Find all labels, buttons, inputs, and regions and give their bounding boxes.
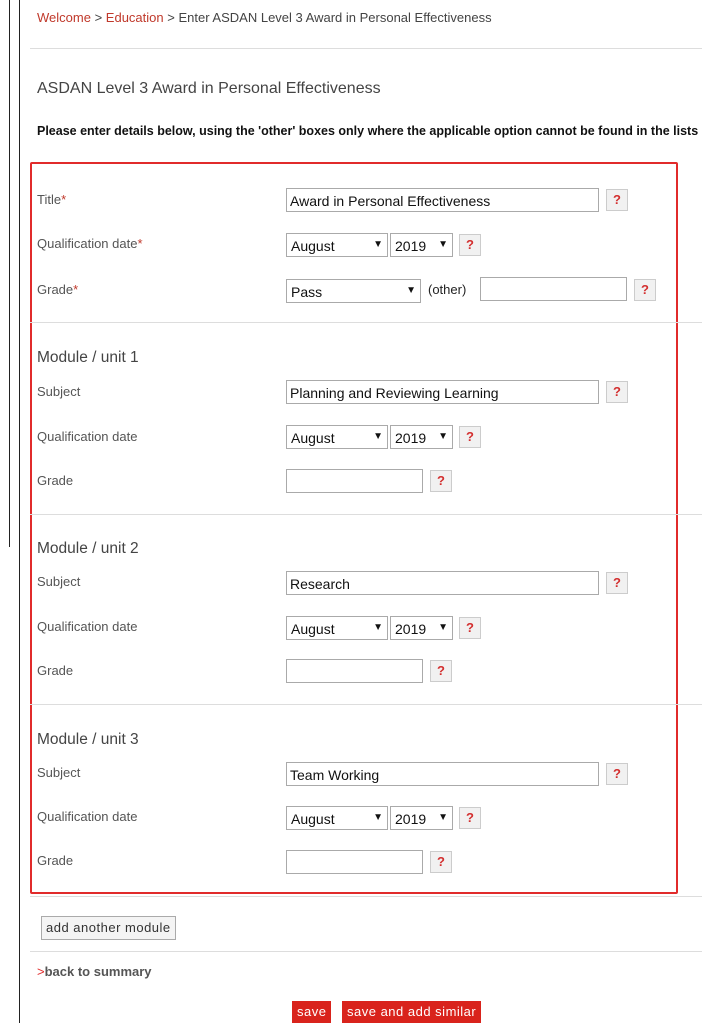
month-select[interactable]: August ▼ bbox=[286, 616, 388, 640]
module-heading: Module / unit 3 bbox=[37, 731, 139, 748]
month-select[interactable]: August ▼ bbox=[286, 806, 388, 830]
grade-label: Grade bbox=[37, 663, 74, 678]
module-heading: Module / unit 2 bbox=[37, 540, 139, 557]
grade-label: Grade bbox=[37, 473, 74, 488]
left-border bbox=[9, 0, 10, 547]
title-input[interactable]: Award in Personal Effectiveness bbox=[286, 188, 599, 212]
dropdown-arrow-icon: ▼ bbox=[438, 239, 448, 250]
dropdown-arrow-icon: ▼ bbox=[373, 239, 383, 250]
help-icon[interactable]: ? bbox=[606, 189, 628, 211]
breadcrumb-separator: > bbox=[167, 10, 175, 25]
subject-label: Subject bbox=[37, 384, 81, 399]
grade-label: Grade* bbox=[37, 282, 79, 297]
month-value: August bbox=[291, 621, 335, 637]
help-icon[interactable]: ? bbox=[459, 234, 481, 256]
instructions: Please enter details below, using the 'o… bbox=[37, 124, 702, 138]
left-border-inner bbox=[19, 0, 20, 1023]
help-icon[interactable]: ? bbox=[606, 572, 628, 594]
year-value: 2019 bbox=[395, 811, 427, 827]
subject-input[interactable]: Planning and Reviewing Learning bbox=[286, 380, 599, 404]
help-icon[interactable]: ? bbox=[430, 851, 452, 873]
page-title: ASDAN Level 3 Award in Personal Effectiv… bbox=[37, 80, 381, 97]
grade-input[interactable] bbox=[286, 659, 423, 683]
qualification-date-label: Qualification date* bbox=[37, 236, 143, 251]
breadcrumb-welcome[interactable]: Welcome bbox=[37, 10, 91, 25]
divider bbox=[30, 322, 702, 323]
year-select[interactable]: 2019 ▼ bbox=[390, 616, 453, 640]
grade-other-input[interactable] bbox=[480, 277, 627, 301]
divider bbox=[30, 704, 702, 705]
back-label: back to summary bbox=[44, 964, 152, 979]
title-label: Title* bbox=[37, 192, 67, 207]
subject-input[interactable]: Team Working bbox=[286, 762, 599, 786]
breadcrumb-education[interactable]: Education bbox=[106, 10, 164, 25]
dropdown-arrow-icon: ▼ bbox=[373, 431, 383, 442]
required-marker: * bbox=[73, 282, 79, 297]
required-marker: * bbox=[61, 192, 67, 207]
year-select[interactable]: 2019 ▼ bbox=[390, 806, 453, 830]
help-icon[interactable]: ? bbox=[606, 381, 628, 403]
grade-input[interactable] bbox=[286, 850, 423, 874]
breadcrumb: Welcome > Education > Enter ASDAN Level … bbox=[37, 10, 492, 25]
qualification-date-label: Qualification date bbox=[37, 809, 138, 824]
dropdown-arrow-icon: ▼ bbox=[438, 431, 448, 442]
month-select[interactable]: August ▼ bbox=[286, 425, 388, 449]
qualification-date-label: Qualification date bbox=[37, 619, 138, 634]
month-value: August bbox=[291, 430, 335, 446]
save-button[interactable]: save bbox=[292, 1001, 332, 1023]
month-select[interactable]: August ▼ bbox=[286, 233, 388, 257]
qualification-date-label: Qualification date bbox=[37, 429, 138, 444]
other-label: (other) bbox=[428, 282, 467, 297]
chevron-right-icon: > bbox=[37, 964, 45, 979]
year-value: 2019 bbox=[395, 621, 427, 637]
add-module-button[interactable]: add another module bbox=[41, 916, 176, 940]
help-icon[interactable]: ? bbox=[606, 763, 628, 785]
year-value: 2019 bbox=[395, 238, 427, 254]
divider bbox=[30, 896, 702, 897]
grade-input[interactable] bbox=[286, 469, 423, 493]
back-to-summary-link[interactable]: >back to summary bbox=[37, 964, 152, 979]
breadcrumb-separator: > bbox=[94, 10, 103, 25]
grade-value: Pass bbox=[291, 284, 323, 300]
help-icon[interactable]: ? bbox=[634, 279, 656, 301]
save-and-add-similar-button[interactable]: save and add similar bbox=[342, 1001, 482, 1023]
subject-label: Subject bbox=[37, 765, 81, 780]
help-icon[interactable]: ? bbox=[459, 426, 481, 448]
divider bbox=[30, 951, 702, 952]
month-value: August bbox=[291, 811, 335, 827]
grade-label: Grade bbox=[37, 853, 74, 868]
dropdown-arrow-icon: ▼ bbox=[373, 622, 383, 633]
year-value: 2019 bbox=[395, 430, 427, 446]
required-marker: * bbox=[137, 236, 143, 251]
breadcrumb-current: Enter ASDAN Level 3 Award in Personal Ef… bbox=[178, 10, 492, 25]
year-select[interactable]: 2019 ▼ bbox=[390, 425, 453, 449]
help-icon[interactable]: ? bbox=[430, 470, 452, 492]
dropdown-arrow-icon: ▼ bbox=[438, 622, 448, 633]
grade-select[interactable]: Pass ▼ bbox=[286, 279, 421, 303]
help-icon[interactable]: ? bbox=[459, 807, 481, 829]
divider bbox=[30, 514, 702, 515]
dropdown-arrow-icon: ▼ bbox=[438, 812, 448, 823]
dropdown-arrow-icon: ▼ bbox=[406, 285, 416, 296]
subject-label: Subject bbox=[37, 574, 81, 589]
month-value: August bbox=[291, 238, 335, 254]
help-icon[interactable]: ? bbox=[430, 660, 452, 682]
dropdown-arrow-icon: ▼ bbox=[373, 812, 383, 823]
subject-input[interactable]: Research bbox=[286, 571, 599, 595]
year-select[interactable]: 2019 ▼ bbox=[390, 233, 453, 257]
module-heading: Module / unit 1 bbox=[37, 349, 139, 366]
help-icon[interactable]: ? bbox=[459, 617, 481, 639]
divider bbox=[30, 48, 702, 49]
